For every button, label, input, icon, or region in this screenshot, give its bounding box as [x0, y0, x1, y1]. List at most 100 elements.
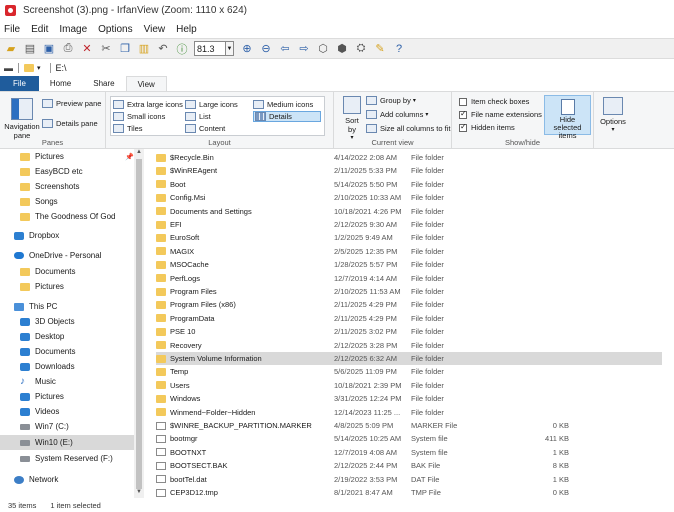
nav-item[interactable]: Documents — [0, 344, 134, 359]
item-check-boxes-toggle[interactable]: Item check boxes — [459, 97, 529, 106]
cut-icon[interactable]: ✂ — [97, 40, 115, 57]
slideshow-icon[interactable]: ▤ — [21, 40, 39, 57]
scrollbar-thumb[interactable] — [136, 159, 142, 489]
nav-item[interactable]: Downloads — [0, 359, 134, 374]
file-name-extensions-toggle[interactable]: File name extensions — [459, 109, 542, 119]
nav-item[interactable]: 3D Objects — [0, 314, 134, 329]
file-row[interactable]: Boot 5/14/2025 5:50 PM File folder — [156, 178, 662, 191]
sort-by-button[interactable]: Sort by ▾ — [342, 96, 362, 141]
file-row[interactable]: bootTel.dat 2/19/2022 3:53 PM DAT File 1 KB — [156, 473, 662, 486]
nav-item[interactable]: ♪ Music — [0, 374, 134, 389]
zoom-dropdown-icon[interactable]: ▼ — [226, 41, 234, 56]
item-check-boxes-checkbox[interactable] — [459, 97, 467, 106]
nav-item[interactable]: EasyBCD etc — [0, 164, 134, 179]
file-row[interactable]: PSE 10 2/11/2025 3:02 PM File folder — [156, 325, 662, 338]
nav-item[interactable]: Win7 (C:) — [0, 419, 134, 434]
file-row[interactable]: $Recycle.Bin 4/14/2022 2:08 AM File folder — [156, 151, 662, 164]
zoom-input[interactable]: 81.3 — [194, 41, 226, 56]
menu-view[interactable]: View — [144, 24, 166, 35]
next-icon[interactable]: ⇨ — [295, 40, 313, 57]
tab-home[interactable]: Home — [39, 76, 82, 91]
zoom-in-icon[interactable]: ⊕ — [238, 40, 256, 57]
menu-edit[interactable]: Edit — [31, 24, 48, 35]
group-by-button[interactable]: Group by ▾ — [366, 96, 416, 105]
menu-file[interactable]: File — [4, 24, 20, 35]
file-row[interactable]: bootmgr 5/14/2025 10:25 AM System file 411 … — [156, 432, 662, 445]
file-name-extensions-checkbox[interactable] — [459, 109, 467, 119]
print-icon[interactable]: ⎙ — [59, 40, 77, 57]
hide-selected-items-button[interactable]: Hide selected items — [544, 95, 591, 140]
layout-tiles[interactable]: Tiles — [113, 124, 143, 133]
layout-small-icons[interactable]: Small icons — [113, 112, 165, 121]
zoom-out-icon[interactable]: ⊖ — [257, 40, 275, 57]
nav-item[interactable]: Pictures — [0, 389, 134, 404]
file-row[interactable]: Documents and Settings 10/18/2021 4:26 PM… — [156, 205, 662, 218]
nav-item[interactable]: Videos — [0, 404, 134, 419]
layout-list[interactable]: List — [185, 112, 211, 121]
file-row[interactable]: MSOCache 1/28/2025 5:57 PM File folder — [156, 258, 662, 271]
copy-icon[interactable]: ❐ — [116, 40, 134, 57]
file-row[interactable]: Program Files (x86) 2/11/2025 4:29 PM File… — [156, 298, 662, 311]
nav-item[interactable]: Pictures 📌 — [0, 149, 134, 164]
scroll-up-icon[interactable]: ▲ — [134, 149, 144, 158]
nav-item[interactable]: Network — [0, 472, 134, 487]
nav-item[interactable]: Documents — [0, 264, 134, 279]
file-row[interactable]: $WinREAgent 2/11/2025 5:33 PM File folder — [156, 164, 662, 177]
nav-item[interactable]: Songs — [0, 194, 134, 209]
menu-help[interactable]: Help — [176, 24, 197, 35]
add-columns-button[interactable]: Add columns ▾ — [366, 110, 428, 119]
hidden-items-toggle[interactable]: Hidden items — [459, 122, 515, 132]
file-row[interactable]: EFI 2/12/2025 9:30 AM File folder — [156, 218, 662, 231]
undo-icon[interactable]: ↶ — [154, 40, 172, 57]
file-row[interactable]: EuroSoft 1/2/2025 9:49 AM File folder — [156, 231, 662, 244]
previous-icon[interactable]: ⇦ — [276, 40, 294, 57]
file-row[interactable]: Windows 3/31/2025 12:24 PM File folder — [156, 392, 662, 405]
file-row[interactable]: Config.Msi 2/10/2025 10:33 AM File folder — [156, 191, 662, 204]
delete-icon[interactable]: ✕ — [78, 40, 96, 57]
qa-dropdown-icon[interactable]: ▾ — [37, 64, 41, 72]
tab-view[interactable]: View — [125, 76, 167, 91]
file-row[interactable]: ProgramData 2/11/2025 4:29 PM File folder — [156, 312, 662, 325]
last-icon[interactable]: ⬢ — [333, 40, 351, 57]
first-icon[interactable]: ⬡ — [314, 40, 332, 57]
hidden-items-checkbox[interactable] — [459, 122, 467, 132]
tab-file[interactable]: File — [0, 76, 39, 91]
navigation-pane-button[interactable]: Navigation pane — [4, 98, 40, 140]
file-row[interactable]: Winmend~Folder~Hidden 12/14/2023 11:25 ..… — [156, 406, 662, 419]
nav-item[interactable]: Screenshots — [0, 179, 134, 194]
scroll-down-icon[interactable]: ▼ — [134, 489, 144, 498]
file-row[interactable]: Program Files 2/10/2025 11:53 AM File fold… — [156, 285, 662, 298]
help-icon[interactable]: ? — [390, 40, 408, 57]
file-row[interactable]: PerfLogs 12/7/2019 4:14 AM File folder — [156, 272, 662, 285]
options-button[interactable]: Options ▾ — [598, 97, 628, 133]
info-icon[interactable]: ⓘ — [173, 40, 191, 57]
save-icon[interactable]: ▣ — [40, 40, 58, 57]
layout-content[interactable]: Content — [185, 124, 225, 133]
layout-extra-large-icons[interactable]: Extra large icons — [113, 100, 183, 109]
nav-item[interactable]: This PC — [0, 299, 134, 314]
open-folder-icon[interactable]: ▰ — [2, 40, 20, 57]
file-row[interactable]: System Volume Information 2/12/2025 6:32 … — [156, 352, 662, 365]
menu-options[interactable]: Options — [98, 24, 132, 35]
nav-item[interactable]: Pictures — [0, 279, 134, 294]
paste-icon[interactable]: ▥ — [135, 40, 153, 57]
folder-icon[interactable] — [24, 64, 34, 72]
file-row[interactable]: MAGIX 2/5/2025 12:35 PM File folder — [156, 245, 662, 258]
nav-item[interactable]: The Goodness Of God — [0, 209, 134, 224]
size-all-columns-button[interactable]: Size all columns to fit — [366, 124, 450, 133]
preview-pane-button[interactable]: Preview pane — [42, 99, 101, 108]
layout-medium-icons[interactable]: Medium icons — [253, 100, 313, 109]
paint-icon[interactable]: ✎ — [371, 40, 389, 57]
nav-item[interactable]: Dropbox — [0, 228, 134, 243]
file-row[interactable]: BOOTSECT.BAK 2/12/2025 2:44 PM BAK File 8 K… — [156, 459, 662, 472]
layout-large-icons[interactable]: Large icons — [185, 100, 238, 109]
file-row[interactable]: Recovery 2/12/2025 3:28 PM File folder — [156, 339, 662, 352]
navigation-scrollbar[interactable]: ▲ ▼ — [134, 149, 144, 498]
tab-share[interactable]: Share — [82, 76, 125, 91]
nav-item[interactable]: OneDrive - Personal — [0, 248, 134, 263]
batch-icon[interactable]: ⛭ — [352, 40, 370, 57]
menu-image[interactable]: Image — [59, 24, 87, 35]
nav-item[interactable]: Desktop — [0, 329, 134, 344]
details-pane-button[interactable]: Details pane — [42, 119, 98, 128]
layout-details[interactable]: Details — [253, 111, 321, 122]
